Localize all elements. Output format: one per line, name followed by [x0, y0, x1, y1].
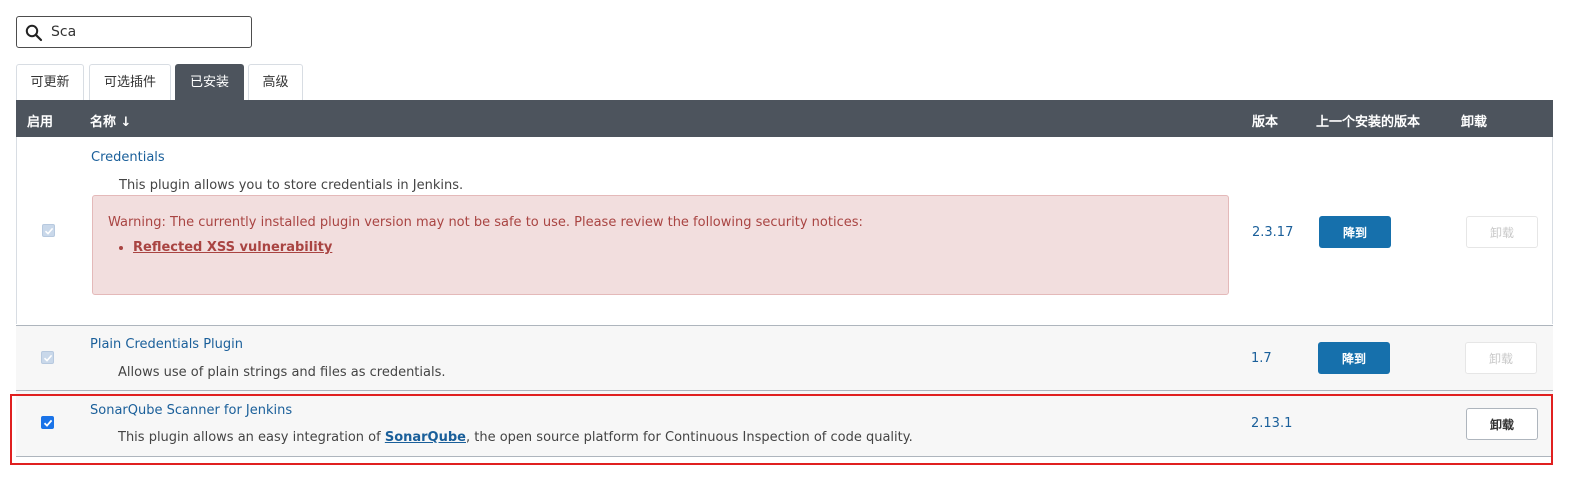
description-text: This plugin allows an easy integration o…: [118, 430, 385, 445]
plugin-name-link[interactable]: SonarQube Scanner for Jenkins: [90, 403, 292, 418]
search-icon: [25, 24, 43, 42]
tab-advanced[interactable]: 高级: [248, 64, 303, 100]
description-text: , the open source platform for Continuou…: [466, 430, 913, 445]
security-warning: Warning: The currently installed plugin …: [92, 195, 1229, 295]
tab-available[interactable]: 可选插件: [89, 64, 171, 100]
search-input[interactable]: [51, 21, 241, 43]
table-row: Credentials This plugin allows you to st…: [16, 137, 1553, 324]
uninstall-button: 卸载: [1465, 342, 1537, 374]
list-item: Reflected XSS vulnerability: [133, 240, 332, 255]
enable-checkbox[interactable]: [42, 224, 55, 237]
header-version: 版本: [1252, 115, 1279, 130]
plugin-search-box[interactable]: [16, 16, 252, 48]
plugin-description: Allows use of plain strings and files as…: [118, 365, 446, 380]
downgrade-button[interactable]: 降到: [1319, 216, 1391, 248]
plugin-version: 1.7: [1251, 351, 1272, 366]
plugin-name-link[interactable]: Credentials: [91, 150, 165, 165]
uninstall-button[interactable]: 卸载: [1466, 408, 1538, 440]
warning-message: Warning: The currently installed plugin …: [108, 215, 863, 230]
header-enabled: 启用: [27, 115, 54, 130]
plugin-version: 2.3.17: [1252, 225, 1294, 240]
plugin-version: 2.13.1: [1251, 416, 1293, 431]
enable-checkbox[interactable]: [41, 351, 54, 364]
sonarqube-link[interactable]: SonarQube: [385, 430, 466, 445]
downgrade-button[interactable]: 降到: [1318, 342, 1390, 374]
table-row: SonarQube Scanner for Jenkins This plugi…: [16, 390, 1553, 457]
security-notice-link[interactable]: Reflected XSS vulnerability: [133, 240, 332, 255]
header-previous-version: 上一个安装的版本: [1316, 115, 1421, 130]
plugin-description: This plugin allows an easy integration o…: [118, 430, 913, 445]
uninstall-button: 卸载: [1466, 216, 1538, 248]
tab-updates[interactable]: 可更新: [16, 64, 84, 100]
enable-checkbox[interactable]: [41, 416, 54, 429]
plugin-description: This plugin allows you to store credenti…: [119, 178, 464, 193]
table-header: 启用 名称 ↓ 版本 上一个安装的版本 卸载: [16, 100, 1553, 137]
table-row: Plain Credentials Plugin Allows use of p…: [16, 325, 1553, 390]
plugin-name-link[interactable]: Plain Credentials Plugin: [90, 337, 243, 352]
security-notice-list: Reflected XSS vulnerability: [117, 240, 332, 255]
header-name-sort[interactable]: 名称 ↓: [90, 111, 131, 130]
header-uninstall: 卸载: [1461, 115, 1488, 130]
tab-installed[interactable]: 已安装: [175, 64, 244, 100]
